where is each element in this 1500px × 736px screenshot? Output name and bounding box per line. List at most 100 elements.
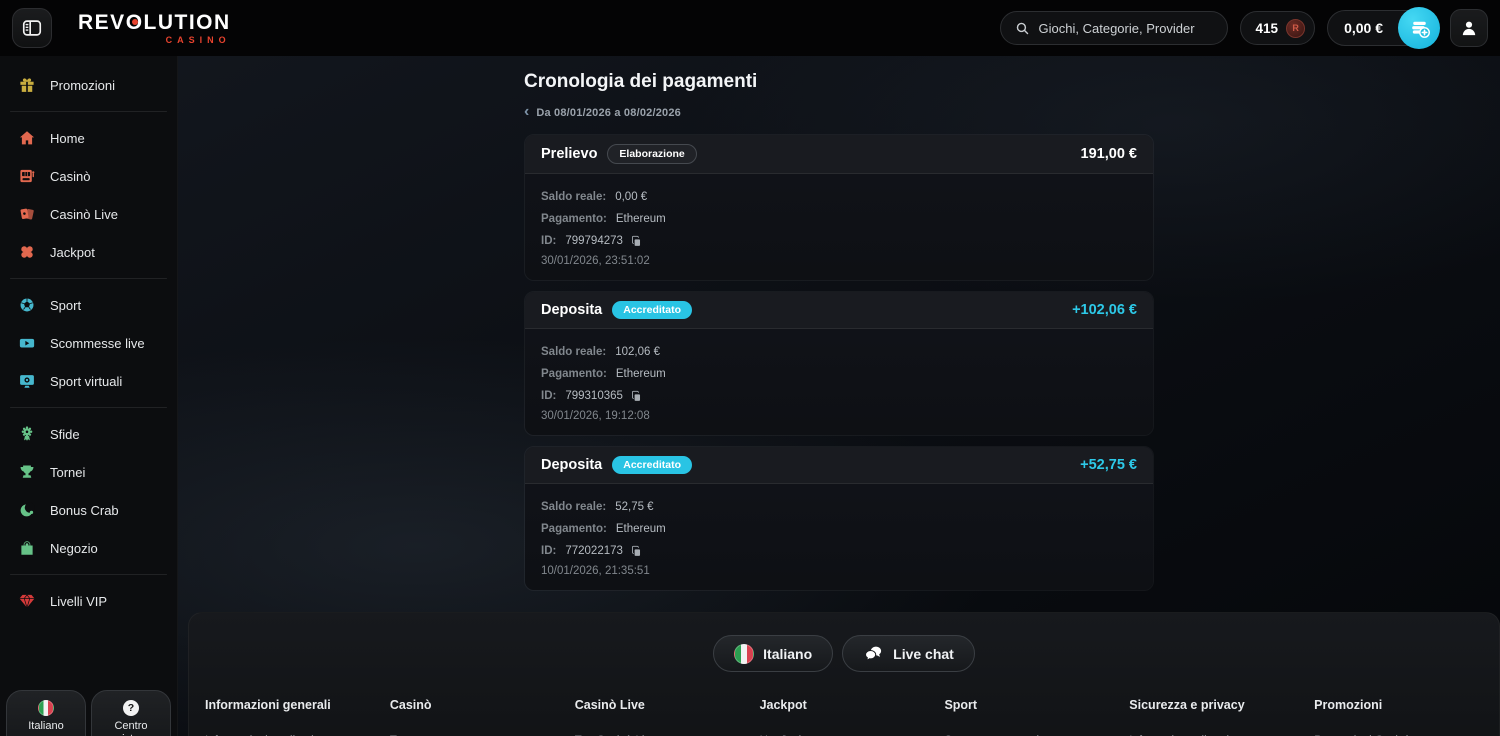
logo-casino-label: CASINO [78, 35, 231, 45]
payment-value: Ethereum [616, 523, 666, 535]
sidebar-item-home[interactable]: Home [0, 119, 177, 157]
footer-language-button[interactable]: Italiano [713, 635, 833, 672]
date-range-label: Da 08/01/2026 a 08/02/2026 [536, 107, 681, 119]
transaction-header: Deposita Accreditato +52,75 € [525, 447, 1153, 484]
logo-red-dot [132, 19, 138, 25]
footer-column: Promozioni Promozioni Casinò [1314, 698, 1499, 736]
medal-icon [18, 425, 36, 443]
sidebar-item-label: Jackpot [50, 245, 95, 260]
sidebar-item-scommesse-live[interactable]: Scommesse live [0, 324, 177, 362]
vip-gem-icon [18, 592, 36, 610]
footer-language-label: Italiano [763, 646, 812, 662]
sidebar-item-label: Livelli VIP [50, 594, 107, 609]
slot-machine-icon [18, 167, 36, 185]
trophy-icon [18, 463, 36, 481]
sidebar-item-label: Sfide [50, 427, 80, 442]
live-badge-icon [18, 334, 36, 352]
deposit-button[interactable] [1398, 7, 1440, 49]
sidebar-item-tornei[interactable]: Tornei [0, 453, 177, 491]
footer-column-title: Casinò [390, 698, 575, 712]
saldo-label: Saldo reale: [541, 191, 606, 203]
logo-wordmark: REVOLUTION [78, 12, 231, 33]
footer-column-title: Sport [944, 698, 1129, 712]
transaction-card: Deposita Accreditato +52,75 € Saldo real… [524, 446, 1154, 591]
italian-flag-icon [38, 700, 54, 716]
playing-cards-icon [18, 205, 36, 223]
transaction-type: Prelievo [541, 146, 597, 162]
sidebar-divider [10, 111, 167, 112]
sidebar-item-sfide[interactable]: Sfide [0, 415, 177, 453]
sidebar-divider [10, 574, 167, 575]
sidebar-item-livelli-vip[interactable]: Livelli VIP [0, 582, 177, 620]
sidebar-layout-icon [21, 17, 43, 39]
transaction-amount: 191,00 € [1081, 146, 1137, 162]
copy-id-button[interactable] [630, 390, 643, 403]
user-icon [1459, 18, 1479, 38]
transaction-type: Deposita [541, 457, 602, 473]
sidebar-item-label: Sport [50, 298, 81, 313]
transaction-card: Deposita Accreditato +102,06 € Saldo rea… [524, 291, 1154, 436]
wallet-balance-pill[interactable]: 0,00 € [1327, 10, 1438, 46]
help-center-button[interactable]: ? Centro assistenza [91, 690, 171, 736]
crab-claw-icon [18, 501, 36, 519]
question-mark-icon: ? [123, 700, 139, 716]
footer-column: Casinò Live Top Casinò Live [575, 698, 760, 736]
id-value: 799794273 [565, 235, 623, 247]
home-icon [18, 129, 36, 147]
saldo-value: 0,00 € [615, 191, 647, 203]
status-badge: Accreditato [612, 301, 692, 319]
copy-id-button[interactable] [630, 545, 643, 558]
sidebar: Promozioni Home Casinò Casinò Live Jack [0, 56, 178, 736]
brand-logo[interactable]: REVOLUTION CASINO [78, 12, 231, 45]
footer-column: Casinò Top [390, 698, 575, 736]
sidebar-item-label: Negozio [50, 541, 98, 556]
loyalty-points-pill[interactable]: 415 R [1240, 11, 1316, 45]
search-input[interactable] [1039, 21, 1215, 36]
shop-bag-icon [18, 539, 36, 557]
live-chat-button[interactable]: Live chat [842, 635, 975, 672]
sidebar-divider [10, 407, 167, 408]
transaction-amount: +102,06 € [1072, 302, 1137, 318]
chat-bubbles-icon [863, 643, 884, 664]
id-value: 772022173 [565, 545, 623, 557]
transaction-card: Prelievo Elaborazione 191,00 € Saldo rea… [524, 134, 1154, 281]
sidebar-toggle-button[interactable] [12, 8, 52, 48]
sidebar-item-label: Scommesse live [50, 336, 145, 351]
italian-flag-icon [734, 644, 754, 664]
clover-icon [18, 243, 36, 261]
sidebar-item-sport[interactable]: Sport [0, 286, 177, 324]
sidebar-bottom-buttons: Italiano ? Centro assistenza [6, 690, 171, 736]
coin-stack-plus-icon [1408, 17, 1431, 40]
footer-column: Sicurezza e privacy Informativa sulla pr… [1129, 698, 1314, 736]
footer-columns: Informazioni generali Informazioni su di… [189, 698, 1499, 736]
sidebar-item-jackpot[interactable]: Jackpot [0, 233, 177, 271]
profile-button[interactable] [1450, 9, 1488, 47]
wallet-balance: 0,00 € [1344, 20, 1383, 36]
main-content: Cronologia dei pagamenti ‹ Da 08/01/2026… [178, 56, 1500, 736]
id-label: ID: [541, 545, 556, 557]
sidebar-item-casino[interactable]: Casinò [0, 157, 177, 195]
status-badge: Elaborazione [607, 144, 696, 164]
sidebar-item-casino-live[interactable]: Casinò Live [0, 195, 177, 233]
sidebar-item-negozio[interactable]: Negozio [0, 529, 177, 567]
sidebar-item-promozioni[interactable]: Promozioni [0, 66, 177, 104]
loyalty-coin-icon: R [1286, 19, 1305, 38]
sidebar-item-label: Bonus Crab [50, 503, 119, 518]
payment-label: Pagamento: [541, 368, 607, 380]
transaction-body: Saldo reale:52,75 € Pagamento:Ethereum I… [525, 484, 1153, 590]
language-button[interactable]: Italiano [6, 690, 86, 736]
chevron-left-icon[interactable]: ‹ [524, 104, 529, 120]
sidebar-item-sport-virtuali[interactable]: Sport virtuali [0, 362, 177, 400]
transaction-header: Deposita Accreditato +102,06 € [525, 292, 1153, 329]
copy-id-button[interactable] [630, 235, 643, 248]
search-bar[interactable] [1000, 11, 1228, 45]
page-title: Cronologia dei pagamenti [524, 71, 1154, 93]
footer-column: Informazioni generali Informazioni su di… [205, 698, 390, 736]
transaction-datetime: 10/01/2026, 21:35:51 [541, 565, 1137, 577]
sidebar-item-bonus-crab[interactable]: Bonus Crab [0, 491, 177, 529]
sidebar-item-label: Home [50, 131, 85, 146]
date-range-selector[interactable]: ‹ Da 08/01/2026 a 08/02/2026 [524, 106, 1154, 120]
transaction-header: Prelievo Elaborazione 191,00 € [525, 135, 1153, 174]
footer-column-title: Informazioni generali [205, 698, 390, 712]
id-label: ID: [541, 235, 556, 247]
